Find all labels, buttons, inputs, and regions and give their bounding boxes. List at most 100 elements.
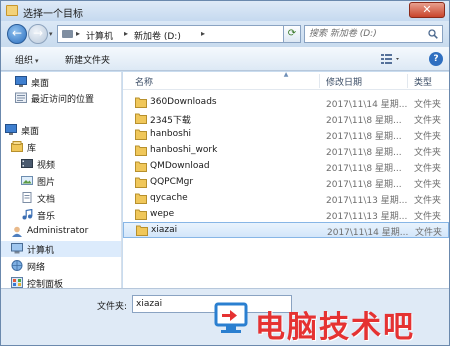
computer-icon: [62, 30, 73, 38]
folder-icon: [135, 193, 147, 204]
view-options-icon[interactable]: [380, 52, 402, 65]
column-header-date[interactable]: 修改日期: [326, 75, 362, 88]
folder-icon: [135, 177, 147, 188]
library-icon: [11, 141, 23, 152]
file-row[interactable]: QQPCMgr 2017\11\8 星期... 文件夹: [123, 175, 449, 191]
column-header-type[interactable]: 类型: [414, 75, 432, 88]
folder-icon: [6, 5, 18, 16]
documents-icon: [22, 192, 32, 203]
file-type: 文件夹: [414, 212, 442, 222]
file-name: xiazai: [151, 225, 178, 235]
network-icon: [11, 260, 23, 271]
nav-item-favorites-desktop[interactable]: 桌面: [1, 74, 121, 90]
search-input[interactable]: [309, 28, 421, 40]
file-row-selected[interactable]: xiazai 2017\11\14 星期... 文件夹: [123, 222, 449, 238]
breadcrumb-drive[interactable]: 新加卷 (D:): [134, 29, 181, 42]
file-type: 文件夹: [414, 196, 442, 206]
folder-field-label: 文件夹:: [97, 302, 128, 312]
file-date: 2017\11\8 星期...: [326, 180, 402, 190]
file-list: ▲ 名称 修改日期 类型 360Downloads 2017\11\14 星期.…: [123, 72, 449, 288]
file-row[interactable]: 2345下载 2017\11\8 星期... 文件夹: [123, 111, 449, 127]
folder-icon: [135, 145, 147, 156]
forward-button[interactable]: →: [28, 24, 48, 44]
address-bar[interactable]: ▸ 计算机 ▸ 新加卷 (D:) ▸ ▾: [57, 25, 299, 43]
desktop-icon: [15, 76, 27, 87]
nav-item-libraries[interactable]: 库: [1, 139, 121, 155]
file-name: wepe: [150, 209, 175, 219]
nav-item-label: 计算机: [27, 246, 55, 256]
sort-up-icon: ▲: [283, 72, 289, 78]
nav-item-music[interactable]: 音乐: [1, 207, 121, 223]
computer-icon: [11, 243, 23, 254]
nav-item-label: 桌面: [21, 127, 40, 137]
file-row[interactable]: qycache 2017\11\13 星期... 文件夹: [123, 191, 449, 207]
nav-item-label: 图片: [37, 178, 56, 188]
help-button[interactable]: ?: [429, 52, 443, 66]
refresh-button[interactable]: ⟳: [283, 25, 301, 43]
pictures-icon: [21, 176, 33, 185]
nav-item-computer[interactable]: 计算机: [1, 241, 121, 257]
toolbar: 组织 ▾ 新建文件夹 ?: [1, 47, 449, 71]
nav-item-label: 库: [27, 144, 37, 154]
new-folder-button[interactable]: 新建文件夹: [65, 53, 110, 66]
chevron-right-icon[interactable]: ▸: [124, 29, 128, 38]
back-button[interactable]: ←: [7, 24, 27, 44]
nav-item-control-panel[interactable]: 控制面板: [1, 275, 121, 288]
folder-icon: [135, 161, 147, 172]
column-divider[interactable]: [407, 74, 408, 88]
nav-item-label: 桌面: [31, 79, 50, 89]
file-name: QMDownload: [150, 161, 210, 171]
column-header-name[interactable]: 名称: [135, 75, 153, 88]
watermark-text: 电脑技术吧: [255, 310, 415, 345]
organize-label: 组织: [15, 56, 34, 66]
chevron-right-icon[interactable]: ▸: [201, 29, 205, 38]
dialog-window: 选择一个目标 ✕ ← → ▾ ▸ 计算机 ▸ 新加卷 (D:) ▸ ▾ ⟳ 组织…: [0, 0, 450, 346]
navigation-pane: 桌面 最近访问的位置 桌面 库 视频 图片 文档 音乐 Administrato…: [1, 72, 122, 288]
file-row[interactable]: 360Downloads 2017\11\14 星期... 文件夹: [123, 95, 449, 111]
nav-item-recent-places[interactable]: 最近访问的位置: [1, 90, 121, 106]
file-row[interactable]: wepe 2017\11\13 星期... 文件夹: [123, 207, 449, 223]
organize-button[interactable]: 组织 ▾: [15, 53, 39, 66]
file-name: hanboshi_work: [150, 145, 218, 155]
file-name: 2345下载: [150, 116, 191, 126]
breadcrumb-computer[interactable]: 计算机: [86, 29, 113, 42]
file-type: 文件夹: [414, 132, 442, 142]
nav-item-label: 控制面板: [27, 280, 64, 288]
file-row[interactable]: hanboshi_work 2017\11\8 星期... 文件夹: [123, 143, 449, 159]
nav-item-documents[interactable]: 文档: [1, 190, 121, 206]
nav-item-videos[interactable]: 视频: [1, 156, 121, 172]
close-button[interactable]: ✕: [409, 2, 445, 18]
nav-item-label: 网络: [27, 263, 46, 273]
nav-item-administrator[interactable]: Administrator: [1, 224, 121, 240]
file-type: 文件夹: [414, 180, 442, 190]
nav-item-pictures[interactable]: 图片: [1, 173, 121, 189]
search-box[interactable]: [304, 25, 443, 43]
file-row[interactable]: QMDownload 2017\11\8 星期... 文件夹: [123, 159, 449, 175]
column-divider[interactable]: [319, 74, 320, 88]
file-date: 2017\11\13 星期...: [326, 196, 408, 206]
search-icon[interactable]: [428, 29, 438, 39]
chevron-right-icon[interactable]: ▸: [76, 29, 80, 38]
nav-item-network[interactable]: 网络: [1, 258, 121, 274]
file-date: 2017\11\8 星期...: [326, 132, 402, 142]
file-date: 2017\11\8 星期...: [326, 116, 402, 126]
window-title: 选择一个目标: [23, 9, 83, 20]
file-date: 2017\11\13 星期...: [326, 212, 408, 222]
desktop-icon: [5, 124, 17, 135]
title-bar[interactable]: 选择一个目标 ✕: [1, 1, 449, 21]
file-name: hanboshi: [150, 129, 192, 139]
file-date: 2017\11\8 星期...: [326, 148, 402, 158]
nav-item-label: 视频: [37, 161, 56, 171]
music-icon: [22, 209, 33, 220]
nav-item-label: 音乐: [37, 212, 56, 222]
address-row: ← → ▾ ▸ 计算机 ▸ 新加卷 (D:) ▸ ▾ ⟳: [1, 21, 449, 47]
file-type: 文件夹: [414, 164, 442, 174]
folder-icon: [135, 97, 147, 108]
recent-pages-dropdown[interactable]: ▾: [49, 30, 53, 38]
file-row[interactable]: hanboshi 2017\11\8 星期... 文件夹: [123, 127, 449, 143]
file-date: 2017\11\14 星期...: [327, 228, 409, 238]
control-panel-icon: [11, 277, 23, 288]
nav-item-desktop[interactable]: 桌面: [1, 122, 121, 138]
recent-places-icon: [15, 92, 27, 103]
nav-item-label: Administrator: [27, 226, 89, 236]
